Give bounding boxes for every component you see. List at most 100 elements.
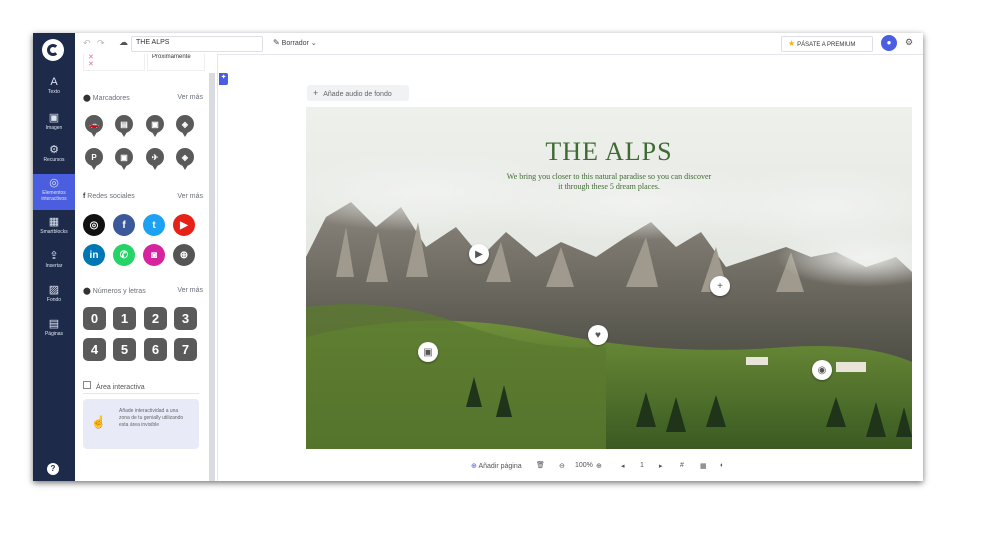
coming-soon-label: Próximamente — [152, 54, 191, 60]
pencil-icon: ✎ — [273, 38, 280, 47]
rail-item-label: Páginas — [44, 331, 64, 337]
rail-item-label: Imagen — [45, 125, 63, 131]
interactive-area-checkbox[interactable]: Área interactiva — [83, 381, 145, 391]
panel-scrollbar[interactable] — [209, 73, 215, 481]
number-6-icon[interactable]: 6 — [144, 338, 167, 361]
cloud-icon: ☁ — [119, 37, 128, 47]
interactive-area-tip-text: Añade interactividad a una zona de tu ge… — [119, 408, 184, 428]
bottom-toolbar: ⊕ Añadir página 🗑 ⊖ 100% ⊕ ◂ 1 ▸ # ▦ ◐ — [463, 458, 751, 476]
undo-icon[interactable]: ↶ — [83, 38, 91, 49]
number-3-icon[interactable]: 3 — [174, 307, 197, 330]
youtube-icon[interactable]: ▶ — [173, 214, 195, 236]
rail-item-smartblocks[interactable]: ▦ Smartblocks — [33, 213, 75, 245]
zoom-out-icon[interactable]: ⊖ — [559, 462, 565, 470]
train-marker-icon[interactable]: ▤ — [115, 115, 133, 137]
interactive-area-tip[interactable]: ☝ Añade interactividad a una zona de tu … — [83, 399, 199, 449]
tram-marker-icon[interactable]: ◈ — [176, 148, 194, 170]
number-4-icon[interactable]: 4 — [83, 338, 106, 361]
text-icon: A — [50, 76, 58, 88]
divider — [83, 393, 199, 394]
settings-icon[interactable]: ⚙ — [905, 37, 913, 48]
app-window: A Texto ▣ Imagen ⚙ Recursos ◎ Elementos … — [33, 33, 923, 481]
number-1-icon[interactable]: 1 — [113, 307, 136, 330]
play-hotspot-icon[interactable]: ▶ — [469, 244, 489, 264]
number-2-icon[interactable]: 2 — [144, 307, 167, 330]
rail-item-paginas[interactable]: ▤ Páginas — [33, 315, 75, 347]
genially-social-icon[interactable]: ◎ — [83, 214, 105, 236]
insert-icon: ⇪ — [49, 250, 59, 262]
info-icon: ⬤ — [83, 288, 91, 295]
plane-marker-icon[interactable]: ✈ — [146, 148, 164, 170]
number-0-icon[interactable]: 0 — [83, 307, 106, 330]
number-5-icon[interactable]: 5 — [113, 338, 136, 361]
facebook-icon[interactable]: f — [113, 214, 135, 236]
slide-canvas[interactable]: THE ALPS We bring you closer to this nat… — [306, 107, 912, 449]
social-header: f Redes sociales Ver más — [83, 193, 203, 200]
palette-icon[interactable]: ◐ — [720, 462, 724, 469]
rail-item-elementos-interactivos[interactable]: ◎ Elementos interactivos — [33, 174, 75, 210]
slide-subtitle-line-1[interactable]: We bring you closer to this natural para… — [306, 172, 912, 181]
bus-marker-icon[interactable]: ▣ — [146, 115, 164, 137]
pin-panel-button[interactable]: ✦ — [219, 73, 228, 85]
grid-icon[interactable]: # — [680, 462, 684, 469]
rail-item-label: Insertar — [45, 263, 63, 269]
rail-item-label: Recursos — [43, 157, 65, 163]
social-more-link[interactable]: Ver más — [177, 193, 203, 200]
plus-icon: + — [313, 88, 319, 98]
zoom-in-icon[interactable]: ⊕ — [596, 462, 602, 470]
rail-item-fondo[interactable]: ▨ Fondo — [33, 281, 75, 313]
add-page-label: Añadir página — [478, 463, 522, 470]
numbers-header: ⬤ Números y letras Ver más — [83, 287, 203, 295]
rail-item-texto[interactable]: A Texto — [33, 73, 75, 105]
page-number[interactable]: 1 — [640, 462, 644, 469]
twitter-icon[interactable]: t — [143, 214, 165, 236]
location-hotspot-icon[interactable]: ◉ — [812, 360, 832, 380]
linkedin-icon[interactable]: in — [83, 244, 105, 266]
rail-item-imagen[interactable]: ▣ Imagen — [33, 109, 75, 141]
background-icon: ▨ — [48, 284, 60, 296]
heart-hotspot-icon[interactable]: ♥ — [588, 325, 608, 345]
slide-title[interactable]: THE ALPS — [306, 137, 912, 167]
car-marker-icon[interactable]: 🚗 — [85, 115, 103, 137]
bike-marker-icon[interactable]: ◈ — [176, 115, 194, 137]
image-hotspot-icon[interactable]: ▣ — [418, 342, 438, 362]
help-icon[interactable]: ? — [47, 463, 59, 475]
add-audio-button[interactable]: + Añade audio de fondo — [307, 85, 409, 101]
checkbox-icon — [83, 381, 91, 389]
web-icon[interactable]: ⊕ — [173, 244, 195, 266]
markers-more-link[interactable]: Ver más — [177, 94, 203, 101]
rail-item-insertar[interactable]: ⇪ Insertar — [33, 247, 75, 279]
slide-subtitle-line-2[interactable]: it through these 5 dream places. — [306, 182, 912, 191]
prev-page-icon[interactable]: ◂ — [621, 462, 625, 470]
rail-item-label: Elementos interactivos — [41, 190, 67, 202]
rail-item-label: Texto — [48, 89, 60, 95]
bus-front-marker-icon[interactable]: ▣ — [115, 148, 133, 170]
image-icon: ▣ — [48, 112, 60, 124]
rail-item-label: Smartblocks — [40, 229, 68, 235]
elements-panel: ✕ ✕ Próximamente ⬤ Marcadores Ver más 🚗 ▤… — [75, 54, 218, 481]
instagram-icon[interactable]: ◙ — [143, 244, 165, 266]
genially-logo-icon[interactable] — [42, 39, 64, 61]
numbers-title: Números y letras — [92, 288, 146, 295]
avatar[interactable]: ● — [881, 35, 897, 51]
trash-icon[interactable]: 🗑 — [536, 461, 545, 469]
project-title-input[interactable]: THE ALPS — [131, 36, 263, 52]
zoom-level: 100% — [575, 462, 593, 469]
add-page-button[interactable]: ⊕ Añadir página — [471, 462, 522, 470]
star-icon: ★ — [788, 39, 796, 48]
whatsapp-icon[interactable]: ✆ — [113, 244, 135, 266]
next-page-icon[interactable]: ▸ — [659, 462, 663, 470]
premium-button[interactable]: ★ PÁSATE A PREMIUM — [781, 36, 873, 52]
draft-status-button[interactable]: ✎ Borrador ⌄ — [273, 38, 317, 47]
premium-label: PÁSATE A PREMIUM — [797, 42, 856, 48]
parking-marker-icon[interactable]: P — [85, 148, 103, 170]
number-7-icon[interactable]: 7 — [174, 338, 197, 361]
pages-view-icon[interactable]: ▦ — [700, 462, 707, 470]
numbers-more-link[interactable]: Ver más — [177, 287, 203, 294]
rail-item-recursos[interactable]: ⚙ Recursos — [33, 141, 75, 173]
pages-icon: ▤ — [48, 318, 60, 330]
redo-icon[interactable]: ↷ — [97, 38, 105, 49]
social-title: Redes sociales — [87, 193, 135, 200]
plus-hotspot-icon[interactable]: + — [710, 276, 730, 296]
markers-header: ⬤ Marcadores Ver más — [83, 94, 203, 102]
